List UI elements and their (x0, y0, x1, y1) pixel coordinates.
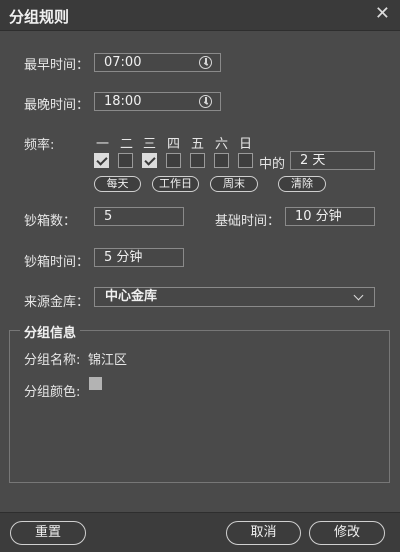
weekend-button[interactable]: 周末 (210, 176, 258, 192)
clock-icon[interactable] (199, 95, 212, 108)
cashbox-time-input[interactable]: 5 分钟 (94, 248, 184, 267)
day-label-tue: 二 (120, 137, 134, 152)
day-label-mon: 一 (96, 137, 110, 152)
interval-days-input[interactable]: 2 天 (290, 151, 375, 170)
checkbox-sat[interactable] (214, 153, 229, 168)
latest-time-label: 最晚时间： (24, 98, 90, 113)
chevron-down-icon (353, 290, 364, 301)
cashbox-count-input[interactable]: 5 (94, 207, 184, 226)
every-day-button[interactable]: 每天 (94, 176, 141, 192)
earliest-time-value: 07:00 (104, 55, 142, 70)
checkbox-tue[interactable] (118, 153, 133, 168)
frequency-label: 频率: (24, 138, 55, 153)
checkbox-wed[interactable] (142, 153, 157, 168)
title-bar: 分组规则 ✕ (0, 0, 400, 31)
latest-time-value: 18:00 (104, 94, 142, 109)
dialog-title: 分组规则 (9, 8, 70, 26)
group-color-label: 分组颜色: (24, 385, 81, 400)
workday-button[interactable]: 工作日 (152, 176, 199, 192)
modify-button[interactable]: 修改 (309, 521, 385, 545)
source-vault-value: 中心金库 (105, 289, 158, 304)
day-label-sat: 六 (215, 137, 229, 152)
checkbox-thu[interactable] (166, 153, 181, 168)
group-info-legend: 分组信息 (20, 322, 81, 341)
group-color-swatch[interactable] (89, 377, 102, 390)
group-name-label: 分组名称: (24, 353, 81, 368)
source-vault-label: 来源金库： (24, 295, 90, 310)
day-label-fri: 五 (191, 137, 205, 152)
latest-time-input[interactable]: 18:00 (94, 92, 221, 111)
reset-button[interactable]: 重置 (10, 521, 86, 545)
day-label-wed: 三 (143, 137, 157, 152)
base-time-input[interactable]: 10 分钟 (285, 207, 375, 226)
earliest-time-input[interactable]: 07:00 (94, 53, 221, 72)
checkbox-mon[interactable] (94, 153, 109, 168)
base-time-label: 基础时间： (215, 214, 281, 229)
day-label-thu: 四 (167, 137, 181, 152)
group-name-value: 锦江区 (88, 353, 128, 368)
day-label-sun: 日 (239, 137, 253, 152)
clock-icon[interactable] (199, 56, 212, 69)
source-vault-select[interactable]: 中心金库 (94, 287, 375, 307)
cashbox-count-label: 钞箱数： (24, 214, 77, 229)
earliest-time-label: 最早时间： (24, 58, 90, 73)
in-label: 中的 (259, 157, 286, 172)
cancel-button[interactable]: 取消 (226, 521, 301, 545)
checkbox-fri[interactable] (190, 153, 205, 168)
checkbox-sun[interactable] (238, 153, 253, 168)
close-icon[interactable]: ✕ (375, 3, 390, 24)
clear-button[interactable]: 清除 (278, 176, 326, 192)
cashbox-time-label: 钞箱时间： (24, 255, 90, 270)
dialog-footer: 重置 取消 修改 (0, 512, 400, 552)
